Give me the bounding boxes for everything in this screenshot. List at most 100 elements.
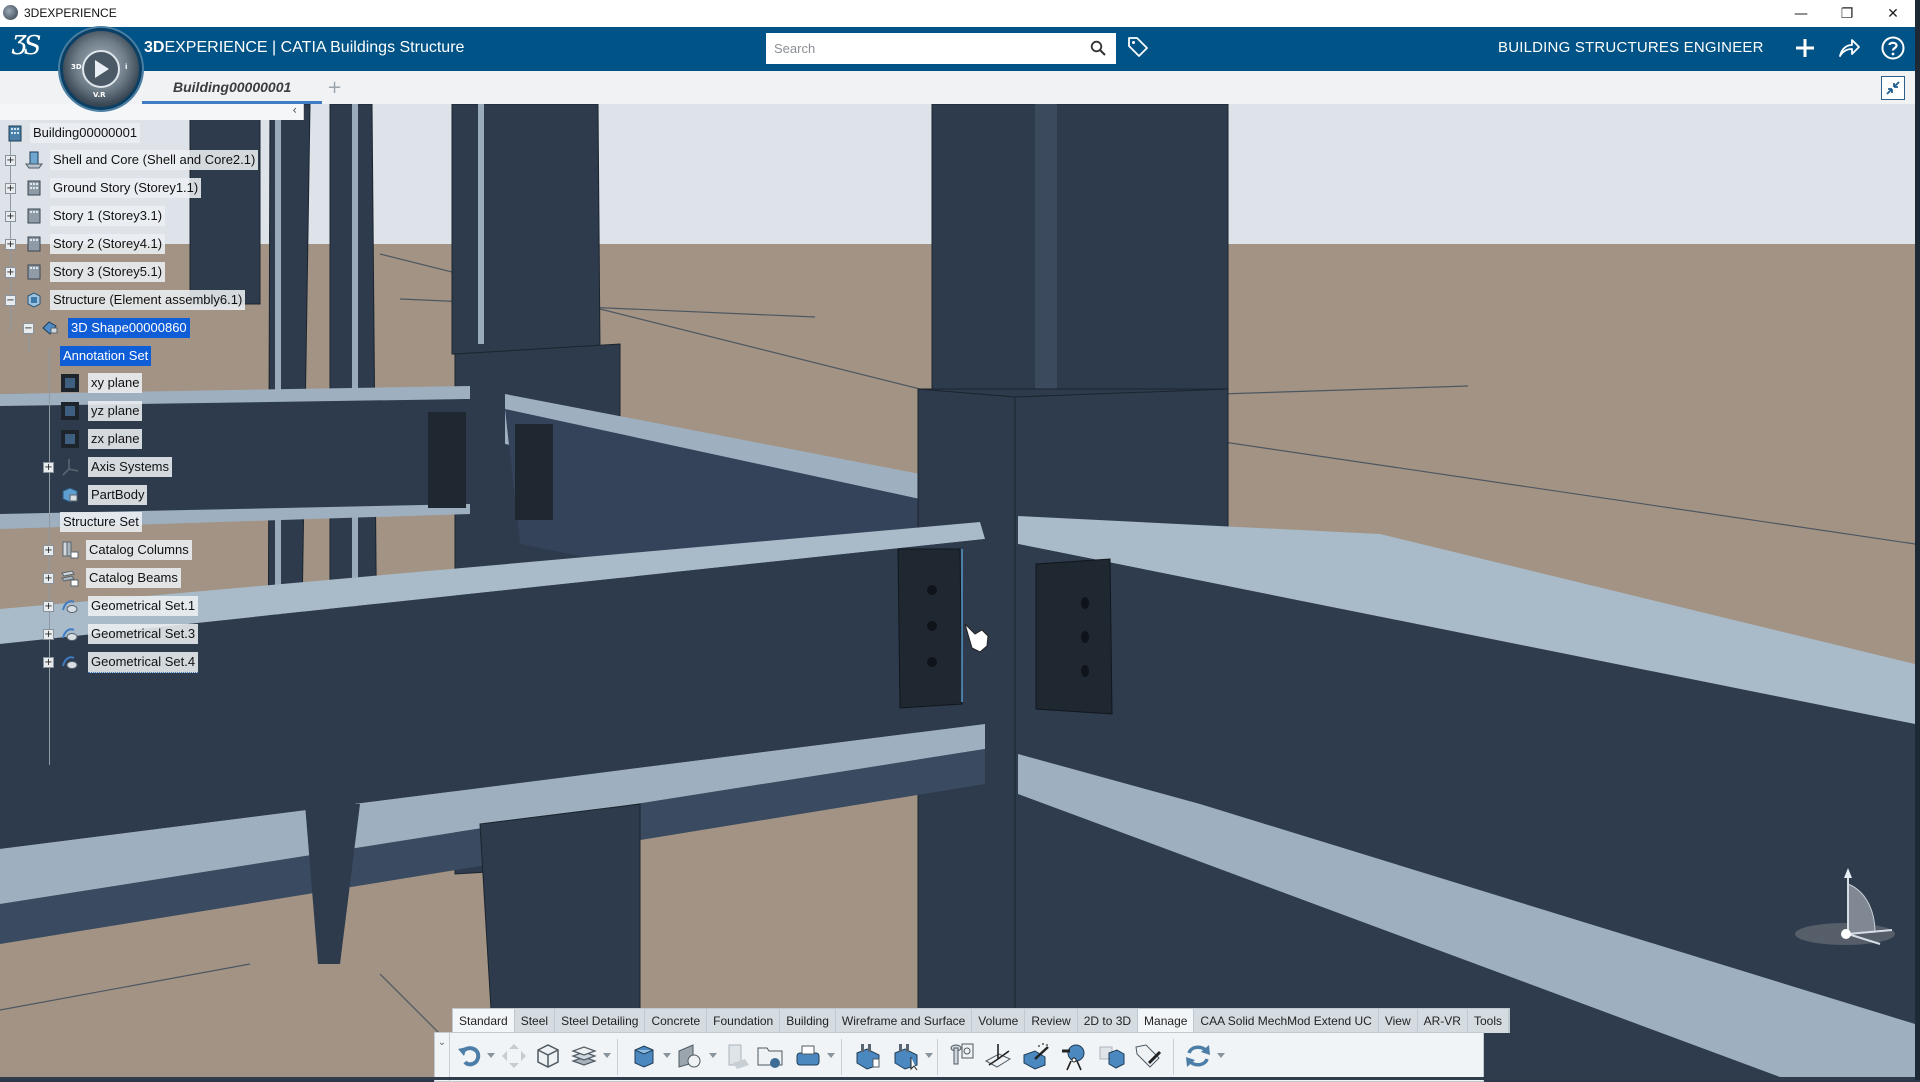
building-icon <box>8 125 22 142</box>
tab-steel[interactable]: Steel <box>515 1009 556 1033</box>
cubes-icon[interactable] <box>1097 1041 1127 1071</box>
action-bar: Standard Steel Steel Detailing Concrete … <box>434 1008 1510 1082</box>
tab-ar-vr[interactable]: AR-VR <box>1418 1009 1468 1033</box>
window-title: 3DEXPERIENCE <box>24 6 117 20</box>
structure-select-icon[interactable] <box>891 1041 921 1071</box>
refresh-icon[interactable] <box>1183 1041 1213 1071</box>
tab-review[interactable]: Review <box>1025 1009 1078 1033</box>
toolbar-separator <box>1173 1039 1174 1075</box>
update-icon[interactable] <box>499 1041 529 1071</box>
measure-icon[interactable] <box>1059 1041 1089 1071</box>
search-icon[interactable] <box>1090 40 1106 56</box>
geometrical-set-icon <box>62 628 78 641</box>
add-icon[interactable] <box>1792 35 1818 61</box>
brand-separator: | <box>267 39 281 56</box>
axis-system-icon <box>62 459 79 476</box>
app-header: ƷS 3DEXPERIENCE | CATIA Buildings Struct… <box>0 27 1915 71</box>
expand-toggle[interactable]: + <box>5 211 16 222</box>
tab-volume[interactable]: Volume <box>972 1009 1026 1033</box>
brand-bold: 3D <box>144 39 165 56</box>
tab-wireframe-and-surface[interactable]: Wireframe and Surface <box>836 1009 973 1033</box>
tab-building[interactable]: Building <box>780 1009 836 1033</box>
tree-node-label: yz plane <box>88 401 143 421</box>
expand-toggle[interactable]: + <box>43 601 54 612</box>
toolbar-separator <box>841 1039 842 1075</box>
tab-foundation[interactable]: Foundation <box>707 1009 781 1033</box>
layers-icon[interactable] <box>569 1041 599 1071</box>
tab-caa-solid-mechmod[interactable]: CAA Solid MechMod Extend UC <box>1194 1009 1379 1033</box>
expand-toggle[interactable]: + <box>43 657 54 668</box>
connection-plate-right <box>1035 558 1113 715</box>
tree-node-label: Geometrical Set.3 <box>88 624 199 644</box>
restore-button[interactable]: ❐ <box>1824 0 1870 27</box>
compass-button[interactable]: 3D i V.R <box>60 28 142 110</box>
dassault-logo-icon[interactable]: ƷS <box>12 31 41 61</box>
axis-system-tool-icon[interactable] <box>983 1041 1013 1071</box>
tab-tools[interactable]: Tools <box>1468 1009 1509 1033</box>
solid-dropdown[interactable] <box>663 1053 671 1058</box>
print-icon[interactable] <box>793 1041 823 1071</box>
select-dropdown[interactable] <box>925 1053 933 1058</box>
help-icon[interactable] <box>1880 35 1906 61</box>
minimize-button[interactable]: — <box>1778 0 1824 27</box>
expand-toggle[interactable]: + <box>5 155 16 166</box>
document-tab-strip: Building00000001 + <box>0 71 1915 105</box>
exit-full-screen-button[interactable] <box>1881 76 1905 100</box>
undo-dropdown[interactable] <box>487 1053 495 1058</box>
collapse-tree-button[interactable]: ‹ <box>292 103 297 117</box>
3d-shape-icon <box>42 321 58 335</box>
tree-node-label: Story 1 (Storey3.1) <box>50 206 166 226</box>
tag-edit-icon[interactable] <box>1133 1041 1163 1071</box>
building-catalog-icon[interactable] <box>721 1041 751 1071</box>
undo-icon[interactable] <box>455 1041 485 1071</box>
3d-box-icon[interactable] <box>533 1041 563 1071</box>
add-tab-button[interactable]: + <box>327 77 342 98</box>
close-button[interactable]: ✕ <box>1870 0 1916 27</box>
geometrical-set-icon <box>62 656 78 669</box>
collapse-toggle[interactable]: − <box>5 295 16 306</box>
expand-toggle[interactable]: + <box>43 462 54 473</box>
action-bar-tools: ⌄ <box>434 1032 1484 1082</box>
parameters-icon[interactable] <box>947 1041 977 1071</box>
search-box[interactable] <box>766 33 1116 64</box>
shape-dropdown[interactable] <box>709 1053 717 1058</box>
tab-steel-detailing[interactable]: Steel Detailing <box>555 1009 646 1033</box>
expand-toggle[interactable]: + <box>43 573 54 584</box>
collapse-arrows-icon <box>1886 81 1900 95</box>
tree-node-label: Catalog Columns <box>86 540 192 560</box>
magic-wand-icon[interactable] <box>1021 1041 1051 1071</box>
tab-concrete[interactable]: Concrete <box>645 1009 708 1033</box>
tab-2d-to-3d[interactable]: 2D to 3D <box>1078 1009 1139 1033</box>
tree-node-label: Ground Story (Storey1.1) <box>50 178 202 198</box>
expand-toggle[interactable]: + <box>5 267 16 278</box>
storey-icon <box>27 208 41 224</box>
expand-toggle[interactable]: + <box>5 183 16 194</box>
collapse-action-bar-button[interactable]: ⌄ <box>435 1033 450 1081</box>
expand-toggle[interactable]: + <box>43 629 54 640</box>
structure-insert-icon[interactable] <box>853 1041 883 1071</box>
storey-icon <box>27 264 41 280</box>
solid-cube-icon[interactable] <box>629 1041 659 1071</box>
expand-toggle[interactable]: + <box>5 239 16 250</box>
tag-icon[interactable] <box>1126 35 1150 59</box>
role-label[interactable]: BUILDING STRUCTURES ENGINEER <box>1498 39 1764 56</box>
app-logo-icon <box>3 5 18 20</box>
refresh-dropdown[interactable] <box>1217 1053 1225 1058</box>
expand-toggle[interactable]: + <box>43 545 54 556</box>
collapse-toggle[interactable]: − <box>23 323 34 334</box>
main-column-upper <box>931 104 1229 400</box>
toolbar-separator <box>617 1039 618 1075</box>
print-dropdown[interactable] <box>827 1053 835 1058</box>
tab-standard[interactable]: Standard <box>453 1009 515 1033</box>
tab-building00000001[interactable]: Building00000001 <box>142 71 322 104</box>
tree-node-label: Building00000001 <box>30 123 141 143</box>
share-icon[interactable] <box>1836 35 1862 61</box>
folder-catalog-icon[interactable] <box>755 1041 785 1071</box>
right-border <box>1915 0 1920 1080</box>
layers-dropdown[interactable] <box>603 1053 611 1058</box>
search-input[interactable] <box>766 33 1074 64</box>
catalog-columns-icon <box>62 541 79 559</box>
tab-view[interactable]: View <box>1379 1009 1418 1033</box>
tab-manage[interactable]: Manage <box>1138 1009 1195 1033</box>
create-shape-icon[interactable] <box>675 1041 705 1071</box>
